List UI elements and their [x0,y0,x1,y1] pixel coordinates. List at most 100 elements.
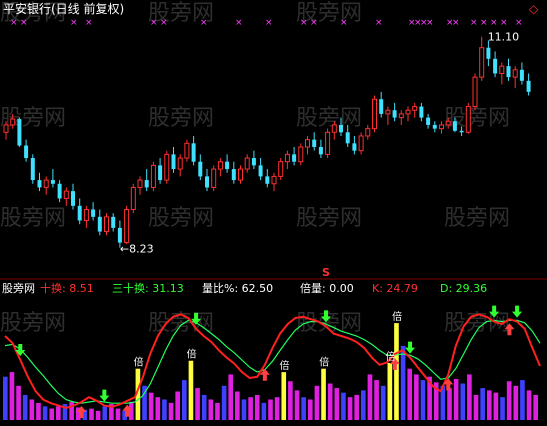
candle-body [506,66,511,78]
volume-bar [294,390,300,420]
watermark-5: 股旁网 [148,106,214,131]
candle-body [91,209,96,217]
volume-bar [453,378,459,420]
volume-bar [188,360,194,420]
volume-bar [148,392,154,420]
volume-bar [162,399,167,420]
volume-bar [208,399,214,420]
bei-label: 倍 [392,310,402,323]
watermark-6: 股旁网 [296,106,362,131]
candle-body [472,76,478,108]
candle-body [526,80,531,92]
candle-body [325,131,331,155]
volume-bar [201,394,207,420]
volume-bar [400,345,406,420]
volume-bar [281,372,287,420]
candle-body [30,158,35,181]
candle-body [225,161,230,170]
volume-bar [69,401,74,420]
candle-body [137,179,143,188]
watermark-10: 股旁网 [296,206,362,231]
diamond-icon[interactable]: ◇ [529,2,539,16]
indicator-right-item-2: D: 29.36 [440,282,487,295]
bei-label: 倍 [279,359,289,372]
marker-x: × [490,18,498,28]
candle-body [184,142,190,159]
volume-bar [367,374,373,420]
candle [358,132,364,155]
marker-x: × [235,18,243,28]
marker-x: × [265,18,273,28]
candle-body [479,47,485,78]
volume-bar [241,399,247,420]
candle-body [419,106,424,118]
volume-bar [16,385,21,420]
candle-body [298,146,304,163]
marker-x: × [70,18,78,28]
indicator-right-item-0: 倍量: 0.00 [300,281,354,295]
bei-label: 倍 [187,348,197,361]
candle-body [459,130,464,133]
candle-body [405,109,411,115]
volume-bar [155,397,161,420]
candle-body [278,161,284,177]
candle-body [271,175,277,185]
candle-body [486,47,491,59]
candle-body [217,161,223,170]
candle-body [83,209,89,222]
candle-body [512,69,518,78]
candle-body [318,147,323,155]
candle-body [17,119,22,146]
candle-body [164,153,170,181]
volume-bar [268,399,273,420]
volume-bar [420,380,426,420]
watermark-12: 股旁网 [0,311,66,336]
volume-bar [321,368,326,420]
candle-body [24,145,29,159]
low-price-label: ←8.23 [120,243,154,256]
candle-body [439,124,444,130]
volume-bar [374,380,379,420]
volume-bar [128,401,134,420]
volume-bar [347,397,353,420]
candle [325,128,331,159]
candle-body [284,153,290,163]
volume-bar [42,406,48,420]
watermark-11: 股旁网 [444,206,510,231]
volume-bar [95,410,101,420]
bei-label: 倍 [134,356,144,369]
volume-bar [36,402,41,420]
candle [104,213,109,236]
candle-body [365,128,371,137]
marker-x: × [150,18,158,28]
volume-bar [447,388,452,420]
volume-bar [49,408,55,420]
high-price-label: 11.10 [488,31,520,44]
volume-bar [500,397,505,420]
candle-body [124,209,130,244]
volume-bar [314,385,320,420]
s-marker: S [322,266,330,279]
candle-body [130,186,136,210]
marker-x: × [515,18,523,28]
candle-body [71,191,75,206]
marker-x: × [470,18,478,28]
candle-body [385,109,391,115]
indicator-item-0: 十换: 8.51 [40,281,94,295]
candle-body [392,110,397,118]
candle-body [251,158,256,166]
volume-bar [473,394,479,420]
marker-x: × [310,18,318,28]
candle [472,73,478,111]
candle-body [231,169,236,181]
marker-x: × [480,18,488,28]
bei-label: 倍 [319,356,329,369]
volume-bar [341,392,346,420]
candle [150,161,156,192]
candle-body [465,106,471,133]
candle [211,165,217,192]
volume-bar [115,408,121,420]
candle-body [519,69,524,81]
candle-body [432,124,437,129]
marker-x: × [10,18,18,28]
